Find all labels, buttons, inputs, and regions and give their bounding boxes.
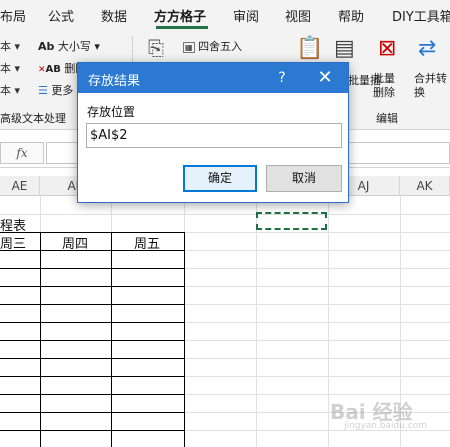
store-location-label: 存放位置 [87,105,136,119]
tab-diy-toolbox[interactable]: DIY工具箱 [392,6,450,25]
tab-fangfangezi[interactable]: 方方格子 [154,6,206,25]
batch-delete-icon[interactable]: ⊠ [378,36,396,61]
dropdown-icon[interactable]: 本 ▾ [0,60,20,76]
column-header[interactable]: AE [0,176,40,196]
group-label-edit: 编辑 [376,112,398,125]
ribbon-tab-bar: 布局 公式 数据 方方格子 审阅 视图 帮助 DIY工具箱 [0,0,450,30]
tab-layout[interactable]: 布局 [0,6,26,25]
close-icon[interactable]: ✕ [310,66,340,90]
formula-icon[interactable]: ⎘ [148,36,164,60]
tab-formulas[interactable]: 公式 [48,6,74,25]
round-button[interactable]: ▦ 四舍五入 [183,38,242,54]
insert-function-button[interactable]: fx [0,142,44,164]
dialog-title: 存放结果 [88,74,141,89]
merge-convert-button[interactable]: 合并转换 [414,72,450,100]
merge-convert-icon[interactable]: ⇄ [418,36,436,61]
tab-view[interactable]: 视图 [285,6,311,25]
sheet-icon[interactable]: ▤ [334,36,355,61]
help-icon[interactable]: ? [272,68,292,88]
copy-marquee-ai2[interactable] [256,212,327,230]
cancel-button[interactable]: 取消 [266,165,342,192]
active-tab-indicator [156,26,208,29]
tab-help[interactable]: 帮助 [338,6,364,25]
clipboard-icon[interactable]: 📋 [296,36,323,61]
more-button[interactable]: ☰ 更多 [38,82,73,98]
store-result-dialog: 存放结果 ? ✕ 存放位置 $AI$2 确定 取消 [77,62,349,203]
dropdown-icon[interactable]: 本 ▾ [0,82,20,98]
watermark-url: jingyan.baidu.com [344,421,428,431]
batch-delete-button[interactable]: 批量删除 [373,72,401,100]
store-location-input[interactable]: $AI$2 [86,123,342,148]
column-header[interactable]: AK [400,176,450,196]
tab-review[interactable]: 审阅 [233,6,259,25]
dialog-title-bar[interactable]: 存放结果 ? ✕ [78,63,348,93]
dropdown-icon[interactable]: 本 ▾ [0,38,20,54]
group-label-advanced-text: 高级文本处理 [0,112,66,125]
table-border [0,232,184,233]
excel-window: 布局 公式 数据 方方格子 审阅 视图 帮助 DIY工具箱 本 ▾ 本 ▾ 本 … [0,0,450,447]
ok-button[interactable]: 确定 [183,165,257,192]
tab-data[interactable]: 数据 [101,6,127,25]
case-button[interactable]: Ab 大小写 ▾ [38,38,100,54]
